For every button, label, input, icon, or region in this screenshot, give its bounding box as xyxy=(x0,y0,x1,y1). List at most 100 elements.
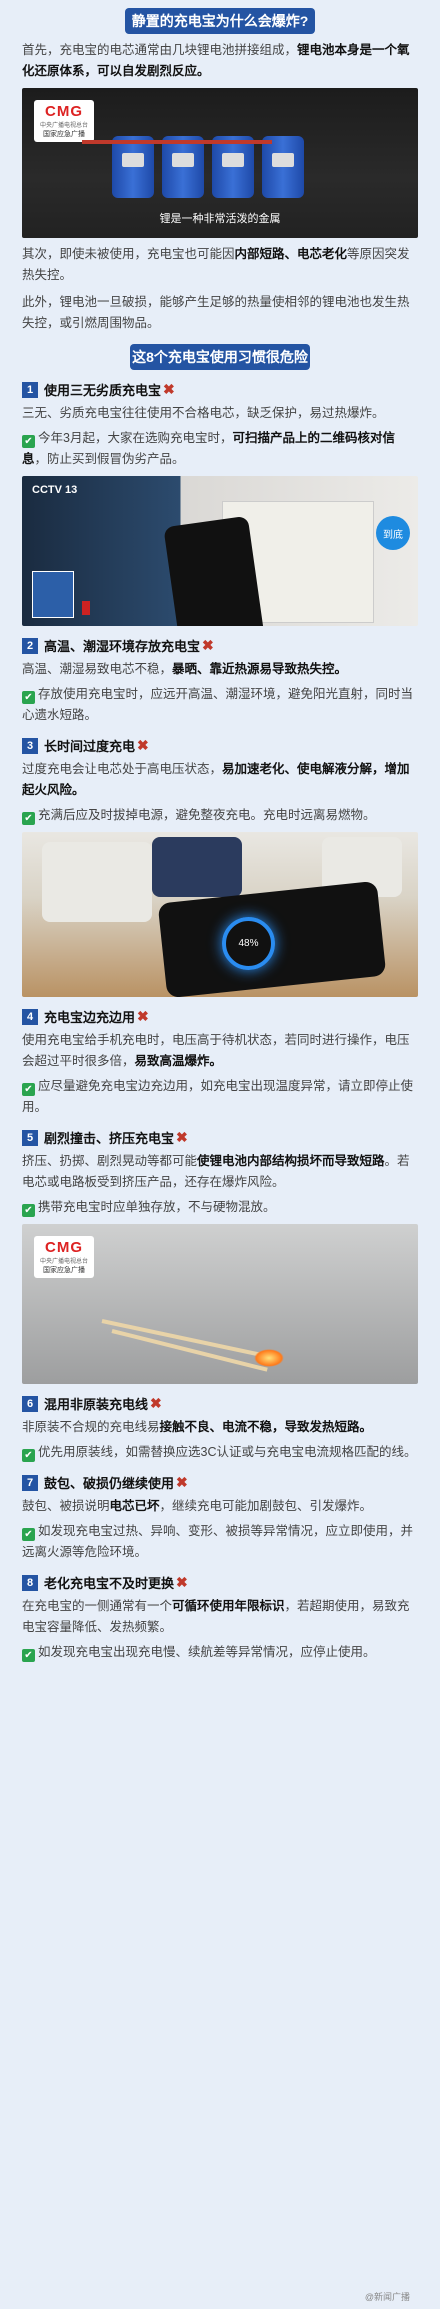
tip-text: 今年3月起，大家在选购充电宝时， xyxy=(38,431,233,445)
desc-text: ，继续充电可能加剧鼓包、引发爆炸。 xyxy=(159,1499,373,1513)
channel-logo: CCTV 13 xyxy=(32,484,78,496)
battery-band xyxy=(82,140,272,144)
section-banner: 静置的充电宝为什么会爆炸? xyxy=(125,8,315,34)
item-number: 4 xyxy=(22,1008,38,1025)
item-number: 5 xyxy=(22,1129,38,1146)
image-caption: 锂是一种非常活泼的金属 xyxy=(159,213,281,225)
cmg-logo-sub: 中央广播电视总台 xyxy=(40,1259,89,1265)
item-tip: ✔ 携带充电宝时应单独存放，不与硬物混放。 xyxy=(22,1197,418,1218)
battery-image: CMG 中央广播电视总台 国家应急广播 锂是一种非常活泼的金属 xyxy=(22,88,418,238)
cmg-logo-org: 国家应急广播 xyxy=(43,1267,85,1274)
habit-item-5-heading: 5 剧烈撞击、挤压充电宝 ✖ xyxy=(22,1128,418,1147)
item-tip: ✔ 优先用原装线，如需替换应选3C认证或与充电宝电流规格匹配的线。 xyxy=(22,1442,418,1463)
item-description: 使用充电宝给手机充电时，电压高于待机状态，若同时进行操作，电压会超过平时很多倍，… xyxy=(22,1030,418,1072)
habit-item-1-heading: 1 使用三无劣质充电宝 ✖ xyxy=(22,380,418,399)
flame-shape xyxy=(254,1349,284,1367)
habit-item-7-heading: 7 鼓包、破损仍继续使用 ✖ xyxy=(22,1473,418,1492)
cmg-logo-org: 国家应急广播 xyxy=(43,131,85,138)
item-title: 剧烈撞击、挤压充电宝 xyxy=(44,1131,175,1146)
item-description: 挤压、扔掷、剧烈晃动等都可能使锂电池内部结构损坏而导致短路。若电芯或电路板受到挤… xyxy=(22,1151,418,1193)
item-title: 充电宝边充边用 xyxy=(44,1010,136,1025)
desc-text: 挤压、扔掷、剧烈晃动等都可能 xyxy=(22,1154,198,1168)
charging-phone-image: 48% xyxy=(22,832,418,997)
nameplate-bar xyxy=(82,601,90,615)
paragraph-2: 其次，即使未被使用，充电宝也可能因内部短路、电芯老化等原因突发热失控。 xyxy=(22,244,418,286)
item-description: 过度充电会让电芯处于高电压状态，易加速老化、使电解液分解，增加起火风险。 xyxy=(22,759,418,801)
desc-highlight: 接触不良、电流不稳，导致发热短路。 xyxy=(159,1420,373,1434)
item-tip: ✔ 今年3月起，大家在选购充电宝时，可扫描产品上的二维码核对信息，防止买到假冒伪劣… xyxy=(22,428,418,470)
item-tip: ✔ 充满后应及时拔掉电源，避免整夜充电。充电时远离易燃物。 xyxy=(22,805,418,826)
tip-text: 如发现充电宝出现充电慢、续航差等异常情况，应停止使用。 xyxy=(38,1645,376,1659)
cmg-logo: CMG 中央广播电视总台 国家应急广播 xyxy=(34,1236,95,1278)
item-number: 2 xyxy=(22,637,38,654)
para2-highlight: 内部短路、电芯老化 xyxy=(234,247,348,261)
battery-tag xyxy=(222,153,244,167)
cross-icon: ✖ xyxy=(176,1129,188,1145)
checkmark-icon: ✔ xyxy=(22,1449,35,1462)
intro-paragraph: 首先，充电宝的电芯通常由几块锂电池拼接组成，锂电池本身是一个氧化还原体系，可以自… xyxy=(22,40,418,82)
cross-icon: ✖ xyxy=(137,1008,149,1024)
checkmark-icon: ✔ xyxy=(22,435,35,448)
checkmark-icon: ✔ xyxy=(22,812,35,825)
tip-text: 应尽量避免充电宝边充边用，如充电宝出现温度异常，请立即停止使用。 xyxy=(22,1079,414,1114)
section-title: 这8个充电宝使用习惯很危险 xyxy=(130,344,310,370)
tip-text: 充满后应及时拔掉电源，避免整夜充电。充电时远离易燃物。 xyxy=(38,808,376,822)
item-number: 7 xyxy=(22,1474,38,1491)
desc-text: 在充电宝的一侧通常有一个 xyxy=(22,1599,173,1613)
desc-text: 高温、潮湿易致电芯不稳， xyxy=(22,662,173,676)
item-description: 三无、劣质充电宝往往使用不合格电芯，缺乏保护，易过热爆炸。 xyxy=(22,406,385,420)
cross-icon: ✖ xyxy=(150,1395,162,1411)
article-page: 静置的充电宝为什么会爆炸? 首先，充电宝的电芯通常由几块锂电池拼接组成，锂电池本… xyxy=(0,0,440,2309)
desc-text: 过度充电会让电芯处于高电压状态， xyxy=(22,762,223,776)
battery-cell xyxy=(212,136,254,198)
checkmark-icon: ✔ xyxy=(22,1649,35,1662)
item-title: 高温、潮湿环境存放充电宝 xyxy=(44,639,201,654)
matches-fire-image: CMG 中央广播电视总台 国家应急广播 xyxy=(22,1224,418,1384)
anchor-inset xyxy=(32,571,74,618)
battery-tag xyxy=(172,153,194,167)
checkmark-icon: ✔ xyxy=(22,1204,35,1217)
desc-highlight: 可循环使用年限标识 xyxy=(172,1599,285,1613)
item-tip: ✔ 应尽量避免充电宝边充边用，如充电宝出现温度异常，请立即停止使用。 xyxy=(22,1076,418,1118)
power-bank xyxy=(152,837,242,897)
checkmark-icon: ✔ xyxy=(22,1528,35,1541)
cross-icon: ✖ xyxy=(176,1574,188,1590)
cmg-logo: CMG 中央广播电视总台 国家应急广播 xyxy=(34,100,95,142)
item-description: 高温、潮湿易致电芯不稳，暴晒、靠近热源易导致热失控。 xyxy=(22,659,418,680)
habit-item-2-heading: 2 高温、潮湿环境存放充电宝 ✖ xyxy=(22,636,418,655)
item-title: 混用非原装充电线 xyxy=(44,1397,149,1412)
item-number: 8 xyxy=(22,1574,38,1591)
item-description: 在充电宝的一侧通常有一个可循环使用年限标识，若超期使用，易致充电宝容量降低、发热… xyxy=(22,1596,418,1638)
item-number: 1 xyxy=(22,381,38,398)
corner-badge: 到底 xyxy=(376,516,410,550)
intro-text: 首先，充电宝的电芯通常由几块锂电池拼接组成， xyxy=(22,43,298,57)
tip-text: 存放使用充电宝时，应远开高温、潮湿环境，避免阳光直射，同时当心遗水短路。 xyxy=(22,687,414,722)
habit-item-3-heading: 3 长时间过度充电 ✖ xyxy=(22,736,418,755)
desc-highlight: 使锂电池内部结构损坏而导致短路 xyxy=(197,1154,385,1168)
item-number: 6 xyxy=(22,1395,38,1412)
cross-icon: ✖ xyxy=(202,637,214,653)
watermark: @新闻广播 xyxy=(364,2292,410,2302)
item-tip: ✔ 如发现充电宝过热、异响、变形、被损等异常情况，应立即使用，并远离火源等危险环境… xyxy=(22,1521,418,1563)
item-title: 鼓包、破损仍继续使用 xyxy=(44,1476,175,1491)
habit-item-4-heading: 4 充电宝边充边用 ✖ xyxy=(22,1007,418,1026)
cross-icon: ✖ xyxy=(163,381,175,397)
desc-text: 非原装不合规的充电线易 xyxy=(22,1420,160,1434)
tip-text: 如发现充电宝过热、异响、变形、被损等异常情况，应立即使用，并远离火源等危险环境。 xyxy=(22,1524,414,1559)
para2-text-a: 其次，即使未被使用，充电宝也可能因 xyxy=(22,247,235,261)
item-tip: ✔ 如发现充电宝出现充电慢、续航差等异常情况，应停止使用。 xyxy=(22,1642,418,1663)
battery-tag xyxy=(122,153,144,167)
item-number: 3 xyxy=(22,737,38,754)
item-title: 老化充电宝不及时更换 xyxy=(44,1576,175,1591)
tip-text: ，防止买到假冒伪劣产品。 xyxy=(34,452,185,466)
desc-text: 鼓包、被损说明 xyxy=(22,1499,110,1513)
qr-scan-image: CCTV 13 到底 xyxy=(22,476,418,626)
desc-highlight: 易致高温爆炸。 xyxy=(134,1054,223,1068)
item-tip: ✔ 存放使用充电宝时，应远开高温、潮湿环境，避免阳光直射，同时当心遗水短路。 xyxy=(22,684,418,726)
habit-item-6-heading: 6 混用非原装充电线 ✖ xyxy=(22,1394,418,1413)
charging-ring: 48% xyxy=(222,917,275,970)
cross-icon: ✖ xyxy=(137,737,149,753)
match-stick xyxy=(101,1319,269,1359)
battery-cell xyxy=(112,136,154,198)
item-description: 鼓包、被损说明电芯已坏，继续充电可能加剧鼓包、引发爆炸。 xyxy=(22,1496,418,1517)
